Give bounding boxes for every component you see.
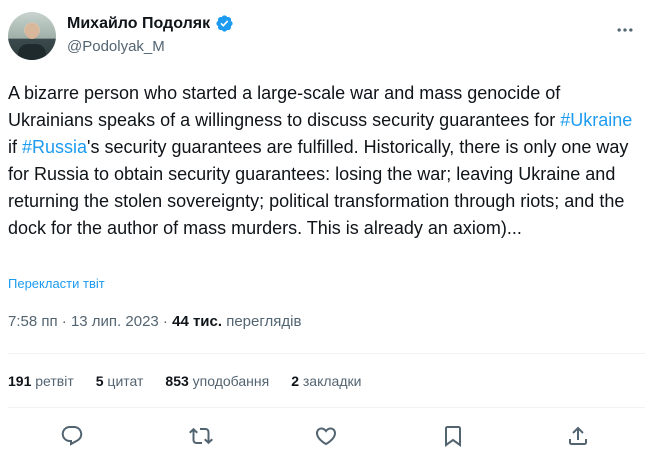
author-name-row: Михайло Подоляк (67, 14, 234, 33)
tweet-time[interactable]: 7:58 пп (8, 313, 58, 330)
author-handle[interactable]: @Podolyak_M (67, 38, 165, 55)
likes-count: 853 (165, 373, 189, 389)
retweets-count: 191 (8, 373, 32, 389)
reply-button[interactable] (60, 424, 84, 448)
meta-separator: · (57, 313, 71, 330)
bookmark-icon (445, 426, 461, 447)
avatar-shirt (18, 44, 46, 60)
tweet-text-part2: if (8, 137, 23, 157)
action-bar (0, 420, 655, 454)
tweet-header: Михайло Подоляк @Podolyak_M (8, 10, 645, 60)
engagement-stats: 191 ретвіт 5 цитат 853 уподобання 2 закл… (8, 373, 383, 389)
like-icon (315, 427, 337, 446)
tweet-meta: 7:58 пп · 13 лип. 2023 · 44 тис. перегля… (8, 313, 301, 330)
retweets-stat[interactable]: 191 ретвіт (8, 373, 74, 389)
views-count: 44 тис. (172, 313, 223, 330)
tweet-text-part3: 's security guarantees are fulfilled. Hi… (8, 137, 629, 238)
views-label: переглядів (226, 313, 302, 330)
bookmarks-stat[interactable]: 2 закладки (291, 373, 361, 389)
retweets-label: ретвіт (35, 373, 74, 389)
avatar[interactable] (8, 12, 56, 60)
author-name[interactable]: Михайло Подоляк (67, 15, 210, 33)
verified-badge-icon (216, 15, 233, 32)
like-button[interactable] (314, 424, 338, 448)
divider (8, 407, 645, 408)
avatar-face (25, 23, 39, 39)
quotes-count: 5 (95, 373, 104, 389)
reply-icon (61, 426, 83, 446)
share-button[interactable] (566, 424, 590, 448)
bookmarks-label: закладки (302, 373, 362, 389)
tweet-text-part1: A bizarre person who started a large-sca… (8, 83, 561, 130)
retweet-button[interactable] (189, 424, 213, 448)
likes-label: уподобання (192, 373, 270, 389)
translate-link[interactable]: Перекласти твіт (8, 276, 105, 291)
bookmark-button[interactable] (441, 424, 465, 448)
more-icon[interactable] (615, 20, 635, 40)
quotes-stat[interactable]: 5 цитат (96, 373, 144, 389)
hashtag-russia[interactable]: #Russia (22, 137, 87, 157)
tweet-date[interactable]: 13 лип. 2023 (71, 313, 159, 330)
likes-stat[interactable]: 853 уподобання (165, 373, 269, 389)
tweet-text: A bizarre person who started a large-sca… (8, 80, 644, 242)
meta-separator: · (158, 313, 173, 330)
retweet-icon (189, 427, 213, 445)
divider (8, 353, 645, 354)
bookmarks-count: 2 (291, 373, 299, 389)
quotes-label: цитат (107, 373, 144, 389)
hashtag-ukraine[interactable]: #Ukraine (560, 110, 632, 130)
share-icon (569, 426, 587, 445)
